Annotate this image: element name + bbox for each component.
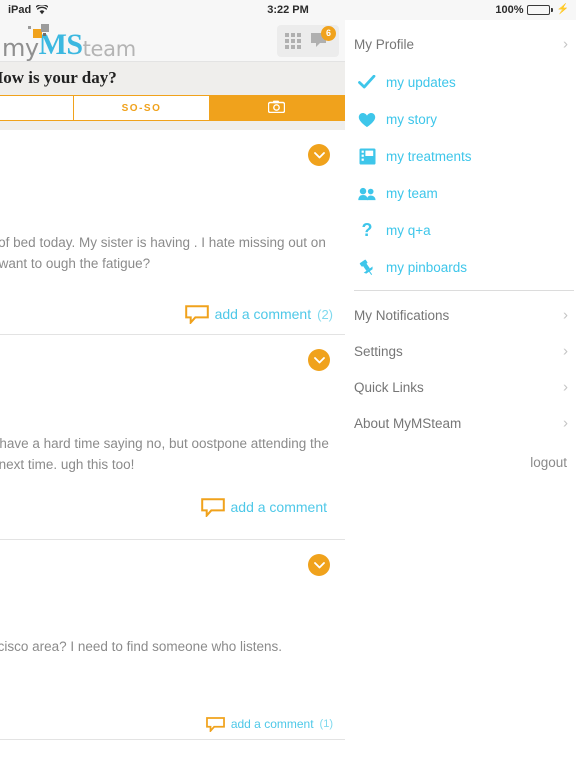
sidebar-divider <box>354 290 574 291</box>
app-logo: my MS team <box>2 24 136 60</box>
logo-text-my: my <box>2 34 39 62</box>
sidebar-item-about[interactable]: About MyMSteam › <box>354 405 576 441</box>
lightning-bolt-icon: ⚡ <box>556 4 569 15</box>
sidebar-item-quick-links[interactable]: Quick Links › <box>354 369 576 405</box>
heart-icon <box>358 111 376 129</box>
app-root: iPad 3:22 PM 100% ⚡ my MS team 6 How is … <box>0 0 576 768</box>
mood-prompt: How is your day? SO-SO <box>0 62 345 130</box>
logout-link[interactable]: logout <box>530 455 567 470</box>
post-title: a good day <box>0 347 339 367</box>
post-location: CA <box>0 368 339 382</box>
sidebar-item-my-story[interactable]: my story <box>354 101 576 138</box>
sidebar-item-label: my pinboards <box>386 260 468 275</box>
post-title: a so/so day <box>0 142 339 162</box>
sidebar-item-label: My Notifications <box>354 307 450 323</box>
mood-camera-button[interactable] <box>209 95 345 121</box>
sidebar-item-my-qa[interactable]: ? my q+a <box>354 212 576 249</box>
chevron-right-icon: › <box>563 306 568 324</box>
sidebar-item-my-profile[interactable]: My Profile › <box>354 24 576 64</box>
grid-apps-icon[interactable] <box>285 33 301 49</box>
sidebar-item-label: my updates <box>386 75 456 90</box>
sidebar-item-my-updates[interactable]: my updates <box>354 64 576 101</box>
sidebar-item-label: my story <box>386 112 438 127</box>
post-body: but just can't get out of bed today. My … <box>0 235 326 271</box>
sidebar-item-label: About MyMSteam <box>354 415 462 431</box>
post-body: hould eat healthier. I have a hard time … <box>0 436 329 472</box>
feed-post: a good day CA hould eat healthier. I hav… <box>0 335 345 540</box>
sidebar-menu: My Profile › my updates my story my trea… <box>345 20 576 768</box>
sidebar-item-settings[interactable]: Settings › <box>354 333 576 369</box>
comment-bubble-icon <box>205 717 225 734</box>
post-title: a so/so day <box>0 552 339 572</box>
app-header: my MS team 6 <box>0 20 345 62</box>
sidebar-item-my-notifications[interactable]: My Notifications › <box>354 297 576 333</box>
post-location: CA <box>0 573 339 587</box>
sidebar-item-my-pinboards[interactable]: my pinboards <box>354 249 576 286</box>
post-header: a so/so day CA <box>0 552 339 587</box>
mood-soso-button[interactable]: SO-SO <box>74 95 210 121</box>
comment-bubble-icon <box>184 305 209 326</box>
notebook-icon <box>358 148 376 166</box>
sidebar-item-my-team[interactable]: my team <box>354 175 576 212</box>
sidebar-item-label: Quick Links <box>354 379 424 395</box>
people-icon <box>358 185 376 203</box>
chevron-right-icon: › <box>563 378 568 396</box>
post-body: der in the San Francisco area? I need to… <box>0 639 282 654</box>
mood-good-button[interactable] <box>0 95 75 121</box>
feed-post: a so/so day CA but just can't get out of… <box>0 130 345 335</box>
checkmark-icon <box>358 74 376 92</box>
comment-count: (2) <box>317 306 333 322</box>
chevron-right-icon: › <box>563 414 568 432</box>
add-comment-link[interactable]: add a comment <box>215 306 312 322</box>
post-comment-row[interactable]: add a comment <box>0 490 339 526</box>
post-location: CA <box>0 163 339 177</box>
status-bar: iPad 3:22 PM 100% ⚡ <box>0 0 576 20</box>
sidebar-item-label: my q+a <box>386 223 431 238</box>
post-header: a so/so day CA <box>0 142 339 177</box>
chevron-down-icon <box>313 356 325 363</box>
feed-pane: my MS team 6 How is your day? SO-SO of b… <box>0 20 345 768</box>
camera-icon <box>268 100 286 116</box>
question-mark-icon: ? <box>361 220 373 240</box>
chevron-down-icon <box>313 151 325 158</box>
post-expand-button[interactable] <box>308 144 330 166</box>
sidebar-item-label: my treatments <box>386 149 472 164</box>
sidebar-item-label: My Profile <box>354 36 415 52</box>
messages-badge: 6 <box>321 26 336 41</box>
feed-post: a so/so day CA der in the San Francisco … <box>0 540 345 740</box>
status-bar-time: 3:22 PM <box>267 4 309 16</box>
add-comment-link[interactable]: add a comment <box>231 717 314 731</box>
status-bar-right: 100% ⚡ <box>495 4 569 16</box>
logo-squares-icon <box>28 24 54 38</box>
logout-row: logout <box>354 441 576 470</box>
mood-button-row: SO-SO <box>0 95 345 121</box>
chevron-right-icon: › <box>563 35 568 53</box>
post-comment-row[interactable]: add a comment (2) <box>0 297 339 333</box>
pushpin-icon <box>358 259 376 277</box>
chevron-down-icon <box>313 561 325 568</box>
post-header: a good day CA <box>0 347 339 382</box>
add-comment-link[interactable]: add a comment <box>231 499 328 515</box>
battery-full-icon <box>526 5 553 15</box>
message-bubble-icon[interactable]: 6 <box>309 26 336 51</box>
post-expand-button[interactable] <box>308 349 330 371</box>
sidebar-item-label: my team <box>386 186 438 201</box>
header-actions: 6 <box>277 25 339 57</box>
battery-percent: 100% <box>495 4 524 16</box>
sidebar-item-label: Settings <box>354 343 403 359</box>
comment-bubble-icon <box>200 498 225 519</box>
logo-text-team: team <box>82 37 137 61</box>
post-comment-row[interactable]: add a comment (1) <box>0 709 339 741</box>
sidebar-item-my-treatments[interactable]: my treatments <box>354 138 576 175</box>
comment-count: (1) <box>319 718 333 731</box>
post-expand-button[interactable] <box>308 554 330 576</box>
mood-prompt-title: How is your day? <box>0 68 117 87</box>
chevron-right-icon: › <box>563 342 568 360</box>
